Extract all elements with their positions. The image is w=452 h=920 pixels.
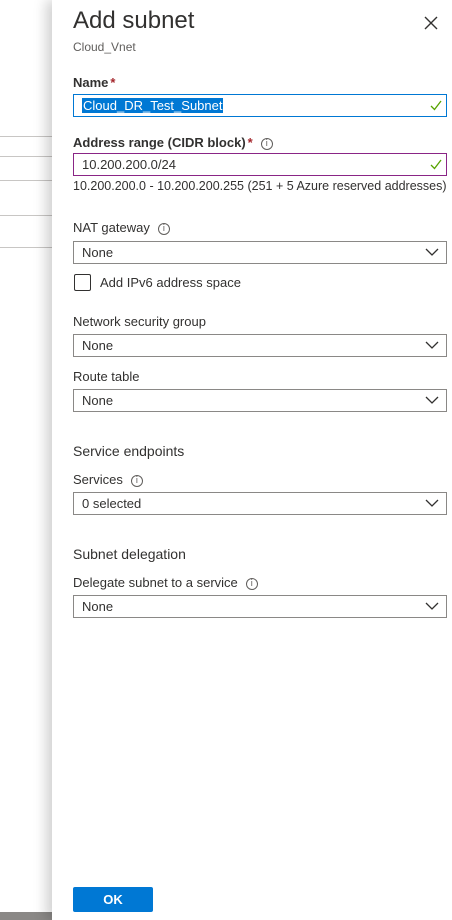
chevron-down-icon [425, 248, 439, 256]
service-endpoints-heading: Service endpoints [73, 443, 185, 459]
info-icon[interactable]: i [245, 578, 258, 590]
close-button[interactable] [420, 12, 442, 34]
services-dropdown[interactable]: 0 selected [73, 492, 447, 515]
info-icon[interactable]: i [130, 475, 143, 487]
close-icon [424, 16, 438, 30]
background-divider [0, 247, 60, 248]
panel-title: Add subnet [73, 7, 195, 34]
background-page [0, 0, 60, 920]
panel-subtitle: Cloud_Vnet [73, 40, 136, 54]
background-divider [0, 180, 60, 181]
ipv6-checkbox[interactable] [74, 274, 91, 291]
delegate-dropdown[interactable]: None [73, 595, 447, 618]
name-label-text: Name [73, 75, 109, 90]
name-label: Name * [73, 75, 115, 90]
nsg-value: None [82, 338, 114, 353]
required-marker: * [247, 135, 253, 150]
services-label-text: Services [73, 472, 123, 487]
nsg-label: Network security group [73, 314, 206, 329]
checkmark-icon [430, 100, 442, 111]
background-divider [0, 136, 60, 137]
address-range-label: Address range (CIDR block) * i [73, 135, 273, 150]
chevron-down-icon [425, 499, 439, 507]
address-range-value: 10.200.200.0/24 [82, 157, 176, 172]
services-value: 0 selected [82, 496, 142, 511]
name-input-value: Cloud_DR_Test_Subnet [82, 98, 224, 113]
name-input[interactable]: Cloud_DR_Test_Subnet [73, 94, 447, 117]
nat-gateway-dropdown[interactable]: None [73, 241, 447, 264]
delegate-label: Delegate subnet to a service i [73, 575, 258, 590]
background-divider [0, 156, 60, 157]
nat-gateway-label-text: NAT gateway [73, 220, 150, 235]
checkmark-icon [430, 159, 442, 170]
nsg-dropdown[interactable]: None [73, 334, 447, 357]
ok-button[interactable]: OK [73, 887, 153, 912]
address-range-hint: 10.200.200.0 - 10.200.200.255 (251 + 5 A… [73, 179, 447, 193]
chevron-down-icon [425, 341, 439, 349]
chevron-down-icon [425, 602, 439, 610]
ipv6-checkbox-label[interactable]: Add IPv6 address space [100, 275, 241, 290]
add-subnet-panel: Add subnet Cloud_Vnet Name * Cloud_DR_Tes… [52, 0, 452, 920]
address-range-label-text: Address range (CIDR block) [73, 135, 246, 150]
services-label: Services i [73, 472, 143, 487]
name-input-selected-text: Cloud_DR_Test_Subnet [82, 98, 224, 113]
chevron-down-icon [425, 396, 439, 404]
info-icon[interactable]: i [157, 223, 170, 235]
route-table-dropdown[interactable]: None [73, 389, 447, 412]
route-table-label: Route table [73, 369, 140, 384]
background-divider [0, 215, 60, 216]
nat-gateway-value: None [82, 245, 114, 260]
background-scrollbar [0, 912, 60, 920]
delegate-value: None [82, 599, 114, 614]
route-table-value: None [82, 393, 114, 408]
delegate-label-text: Delegate subnet to a service [73, 575, 238, 590]
required-marker: * [110, 75, 116, 90]
subnet-delegation-heading: Subnet delegation [73, 546, 186, 562]
info-icon[interactable]: i [260, 138, 273, 150]
nat-gateway-label: NAT gateway i [73, 220, 170, 235]
address-range-input[interactable]: 10.200.200.0/24 [73, 153, 447, 176]
